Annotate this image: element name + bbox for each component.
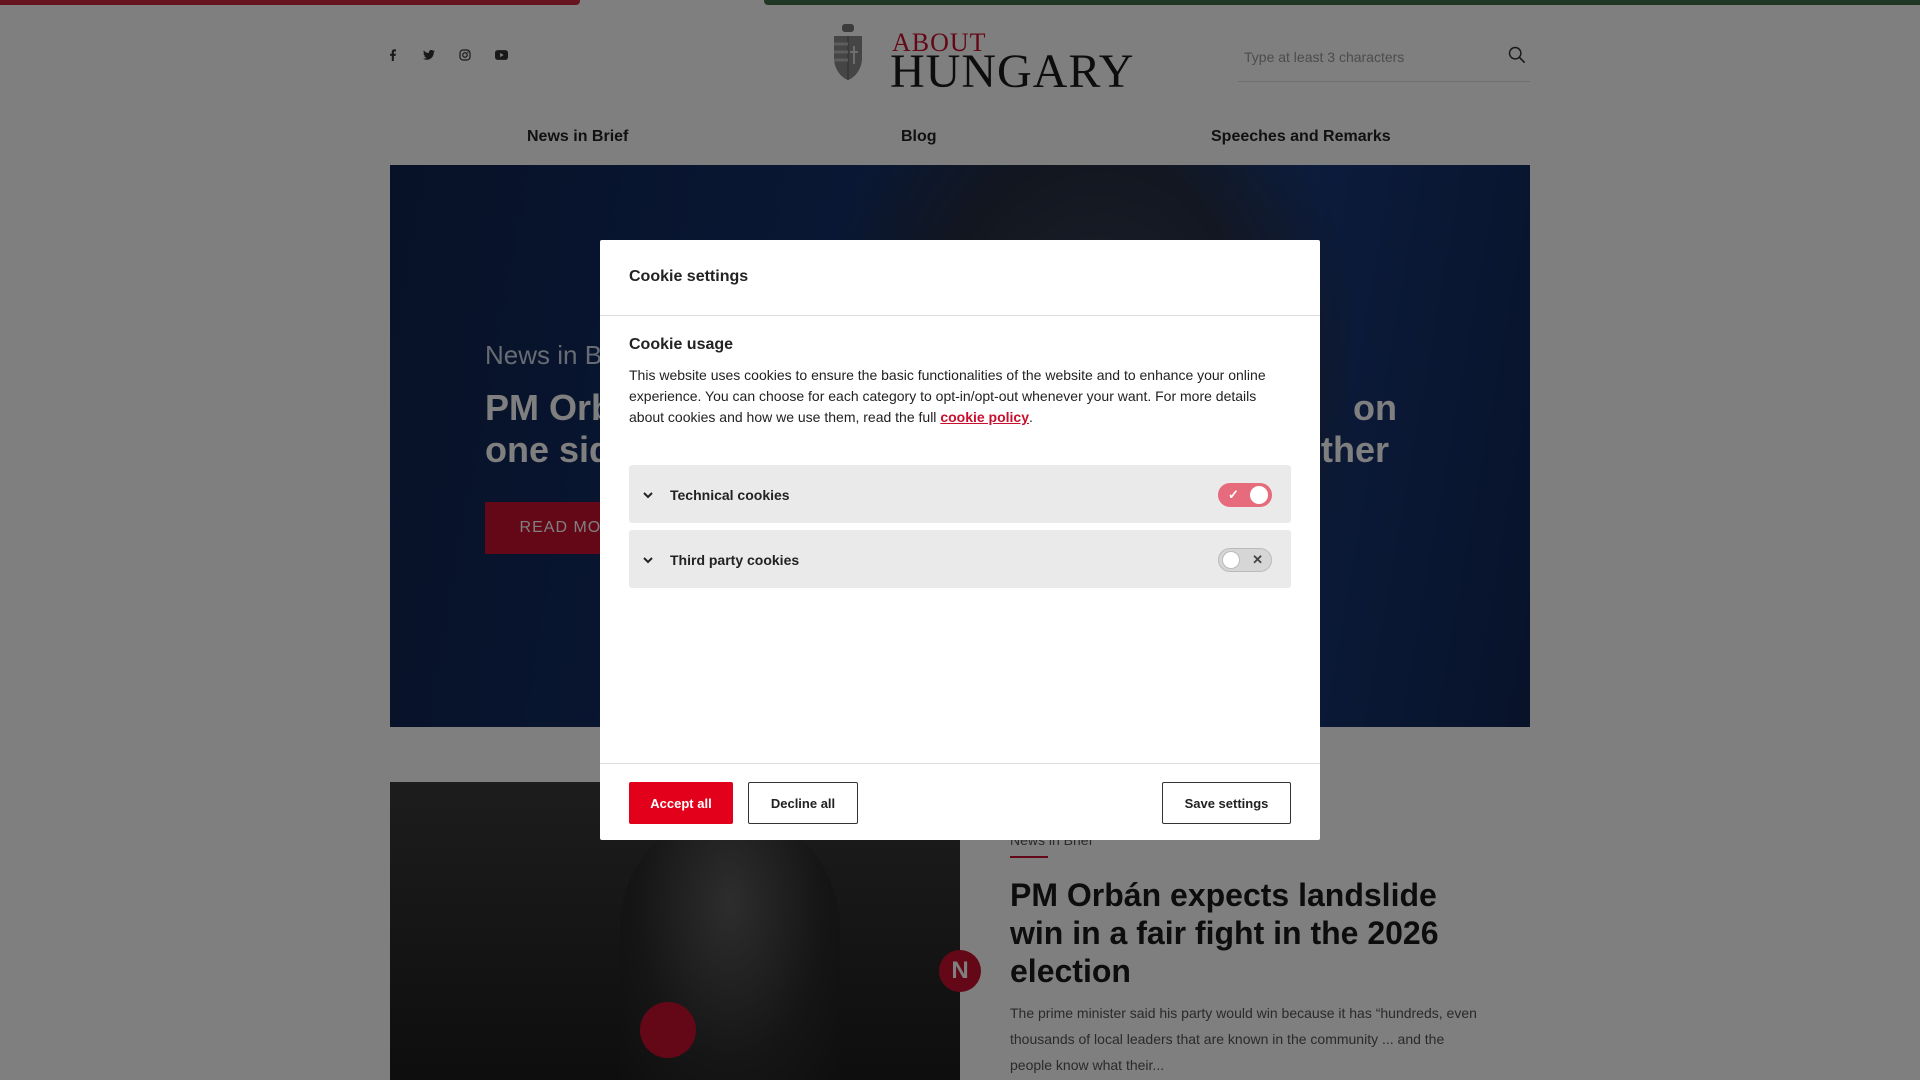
third-party-cookies-toggle[interactable]: ✕	[1218, 548, 1272, 572]
toggle-knob	[1250, 486, 1268, 504]
cookie-category-label: Technical cookies	[670, 487, 790, 503]
chevron-down-icon[interactable]	[642, 489, 654, 501]
cookie-category-third-party[interactable]: Third party cookies ✕	[629, 530, 1291, 588]
dialog-header: Cookie settings	[600, 240, 1320, 316]
accept-all-button[interactable]: Accept all	[629, 782, 733, 824]
cookie-category-label: Third party cookies	[670, 552, 800, 568]
cookie-usage-end: .	[1029, 409, 1033, 425]
dialog-body: Cookie usage This website uses cookies t…	[629, 336, 1291, 428]
cookie-usage-heading: Cookie usage	[629, 336, 734, 353]
technical-cookies-toggle[interactable]: ✓	[1218, 483, 1272, 507]
decline-all-button[interactable]: Decline all	[748, 782, 858, 824]
cookie-category-technical[interactable]: Technical cookies ✓	[629, 465, 1291, 523]
toggle-knob	[1222, 551, 1240, 569]
save-settings-button[interactable]: Save settings	[1162, 782, 1291, 824]
chevron-down-icon[interactable]	[642, 554, 654, 566]
dialog-footer: Accept all Decline all Save settings	[600, 763, 1320, 840]
close-icon: ✕	[1252, 552, 1263, 567]
dialog-title: Cookie settings	[629, 268, 749, 285]
check-icon: ✓	[1228, 487, 1239, 502]
cookie-policy-link[interactable]: cookie policy	[940, 409, 1029, 425]
cookie-settings-dialog: Cookie settings Cookie usage This websit…	[600, 240, 1320, 840]
cookie-usage-text: This website uses cookies to ensure the …	[629, 365, 1291, 428]
